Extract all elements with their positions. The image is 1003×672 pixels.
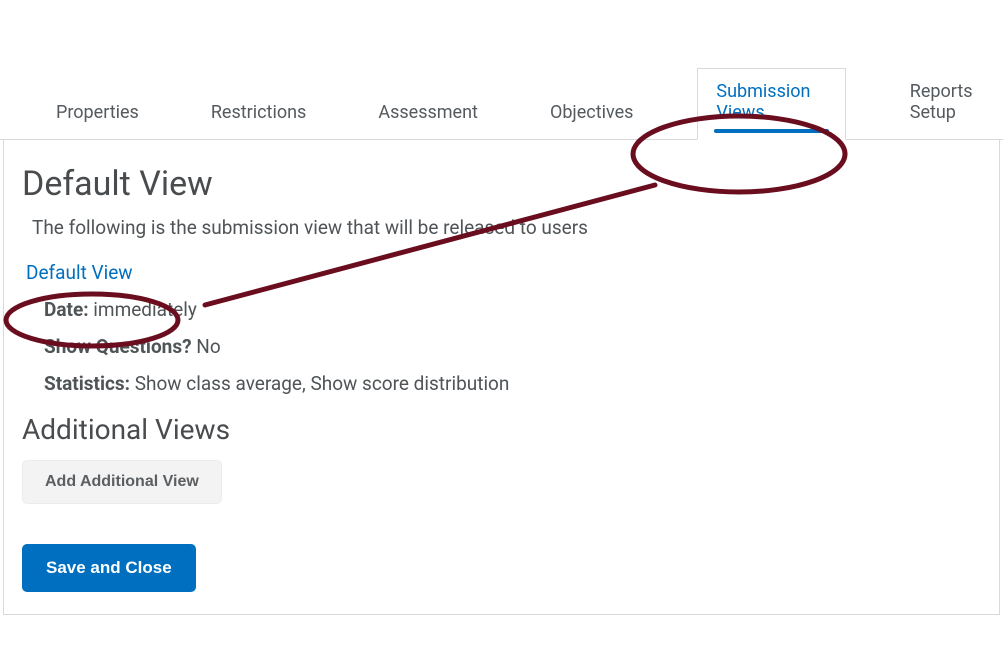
tab-reports-setup[interactable]: Reports Setup xyxy=(902,69,1003,139)
tab-properties[interactable]: Properties xyxy=(48,90,147,139)
date-label: Date: xyxy=(44,298,89,321)
tab-assessment[interactable]: Assessment xyxy=(370,90,486,139)
save-and-close-button[interactable]: Save and Close xyxy=(22,544,196,592)
questions-label: Show Questions? xyxy=(44,335,192,358)
detail-statistics: Statistics: Show class average, Show sco… xyxy=(44,372,981,395)
tab-submission-views[interactable]: Submission Views xyxy=(697,68,845,140)
add-additional-view-button[interactable]: Add Additional View xyxy=(22,460,222,504)
detail-date: Date: immediately xyxy=(44,298,981,321)
tab-restrictions[interactable]: Restrictions xyxy=(203,90,314,139)
date-value: immediately xyxy=(93,298,197,321)
tab-bar: Properties Restrictions Assessment Objec… xyxy=(0,68,1003,140)
content-panel: Default View The following is the submis… xyxy=(3,140,1000,615)
default-view-details: Date: immediately Show Questions? No Sta… xyxy=(44,298,981,395)
questions-value: No xyxy=(196,335,220,358)
tab-objectives[interactable]: Objectives xyxy=(542,90,641,139)
default-view-link[interactable]: Default View xyxy=(26,261,133,284)
detail-show-questions: Show Questions? No xyxy=(44,335,981,358)
intro-text: The following is the submission view tha… xyxy=(32,216,981,239)
heading-additional-views: Additional Views xyxy=(22,413,981,446)
stats-value: Show class average, Show score distribut… xyxy=(135,372,510,395)
stats-label: Statistics: xyxy=(44,372,130,395)
heading-default-view: Default View xyxy=(22,164,981,204)
